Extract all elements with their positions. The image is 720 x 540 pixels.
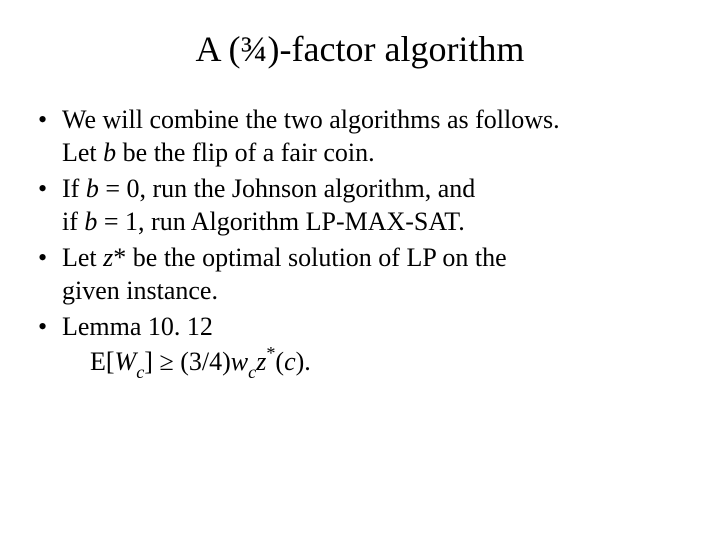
slide-title: A (¾)-factor algorithm: [34, 28, 686, 70]
text: = 0, run the Johnson algorithm, and: [99, 174, 475, 203]
text: E[: [90, 347, 115, 376]
bullet-2: If b = 0, run the Johnson algorithm, and…: [34, 173, 686, 238]
sub-c: c: [136, 362, 144, 382]
text: ] ≥ (3/4): [144, 347, 230, 376]
bullet-3: Let z* be the optimal solution of LP on …: [34, 242, 686, 307]
text: *: [113, 243, 126, 272]
slide: A (¾)-factor algorithm We will combine t…: [0, 0, 720, 540]
text: be the flip of a fair coin.: [116, 138, 374, 167]
var-W: W: [115, 347, 137, 376]
bullet-list: We will combine the two algorithms as fo…: [34, 104, 686, 382]
lemma-expression: E[Wc] ≥ (3/4)wcz*(c).: [62, 347, 311, 376]
text: if: [62, 207, 84, 236]
bullet-1: We will combine the two algorithms as fo…: [34, 104, 686, 169]
bullet-4: Lemma 10. 12 E[Wc] ≥ (3/4)wcz*(c).: [34, 311, 686, 382]
var-w: w: [231, 347, 248, 376]
text: = 1, run Algorithm LP-MAX-SAT.: [97, 207, 464, 236]
sup-star: *: [266, 343, 275, 363]
text: (: [275, 347, 284, 376]
text: ).: [296, 347, 311, 376]
text: given instance.: [62, 276, 218, 305]
var-b: b: [84, 207, 97, 236]
text: be the optimal solution of LP on the: [126, 243, 506, 272]
text: Let: [62, 138, 103, 167]
var-c: c: [284, 347, 296, 376]
var-z: z: [103, 243, 113, 272]
text: If: [62, 174, 86, 203]
var-b: b: [86, 174, 99, 203]
slide-body: We will combine the two algorithms as fo…: [34, 104, 686, 382]
sub-c: c: [248, 362, 256, 382]
lemma-label: Lemma 10. 12: [62, 312, 213, 341]
var-z: z: [256, 347, 266, 376]
var-b: b: [103, 138, 116, 167]
text: We will combine the two algorithms as fo…: [62, 105, 560, 134]
text: Let: [62, 243, 103, 272]
